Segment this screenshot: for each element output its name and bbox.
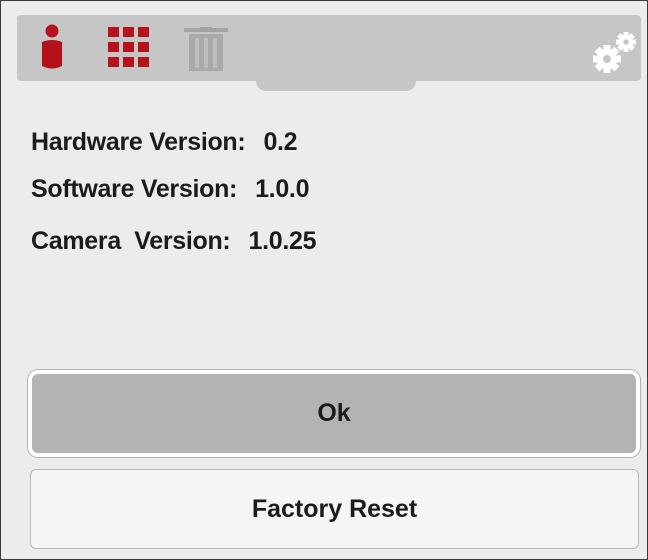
ok-button[interactable]: Ok (28, 370, 640, 457)
grid-icon[interactable] (108, 27, 152, 69)
trash-icon[interactable] (184, 27, 230, 73)
software-version-value: 1.0.0 (255, 175, 310, 203)
gears-icon[interactable] (593, 29, 639, 75)
hardware-version-label: Hardware Version: (31, 128, 246, 156)
info-icon[interactable] (37, 24, 67, 72)
camera-version-label: Camera Version: (31, 227, 231, 255)
camera-version-value: 1.0.25 (248, 227, 317, 255)
dialog-frame: Hardware Version: 0.2 Software Version: 1.… (0, 0, 648, 560)
ok-button-label: Ok (317, 399, 351, 427)
software-version-row: Software Version: 1.0.0 (31, 175, 309, 204)
software-version-label: Software Version: (31, 175, 238, 203)
toolbar-pull-tab[interactable] (256, 79, 416, 91)
hardware-version-value: 0.2 (263, 128, 298, 156)
factory-reset-button[interactable]: Factory Reset (30, 469, 639, 549)
hardware-version-row: Hardware Version: 0.2 (31, 128, 298, 157)
camera-version-row: Camera Version: 1.0.25 (31, 227, 316, 256)
factory-reset-button-label: Factory Reset (251, 494, 418, 523)
